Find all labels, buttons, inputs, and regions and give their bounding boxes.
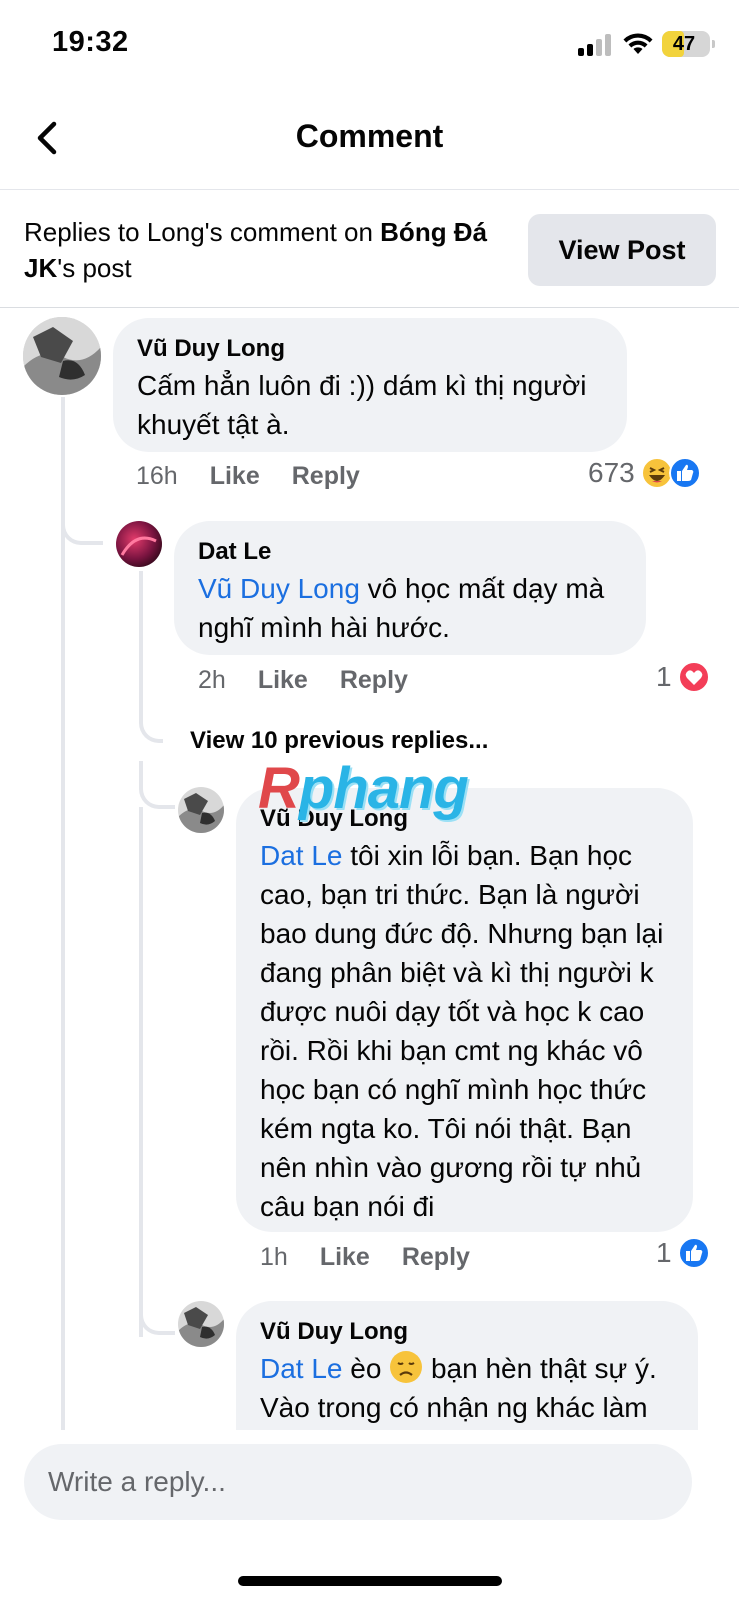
comment-author[interactable]: Vũ Duy Long xyxy=(260,1317,676,1347)
nav-header: Comment xyxy=(0,90,739,190)
mention-link[interactable]: Vũ Duy Long xyxy=(198,573,360,604)
replies-context-bar: Replies to Long's comment on Bóng Đá JK'… xyxy=(0,190,739,308)
like-button[interactable]: Like xyxy=(320,1243,370,1272)
comment-time: 2h xyxy=(198,666,226,694)
reaction-summary[interactable]: 1 xyxy=(656,661,710,693)
avatar[interactable] xyxy=(23,317,101,395)
comment-text-content: tôi xin lỗi bạn. Bạn học cao, bạn tri th… xyxy=(260,840,664,1222)
thread-connector xyxy=(139,703,163,743)
view-post-button[interactable]: View Post xyxy=(528,214,716,286)
view-previous-replies-link[interactable]: View 10 previous replies... xyxy=(190,727,488,755)
comment-text: Dat Le èo bạn hèn thật sự ý. Vào trong c… xyxy=(260,1349,676,1427)
avatar-photo xyxy=(178,787,224,833)
thread-line-reply xyxy=(139,807,143,1337)
home-indicator[interactable] xyxy=(238,1576,502,1586)
wifi-icon xyxy=(623,33,653,54)
reply-button[interactable]: Reply xyxy=(292,462,360,491)
watermark-text: phang xyxy=(298,756,469,821)
haha-icon xyxy=(640,457,673,489)
comment-bubble[interactable]: Vũ Duy Long Cấm hẳn luôn đi :)) dám kì t… xyxy=(113,318,627,452)
thread-line-main xyxy=(61,397,65,1430)
comment-thread[interactable]: Vũ Duy Long Cấm hẳn luôn đi :)) dám kì t… xyxy=(0,309,739,1430)
avatar[interactable] xyxy=(178,1301,224,1347)
comment-text: Dat Le tôi xin lỗi bạn. Bạn học cao, bạn… xyxy=(260,836,671,1226)
comment-actions: 16h Like Reply xyxy=(136,462,360,491)
comment-bubble[interactable]: Dat Le Vũ Duy Long vô học mất dạy mà ngh… xyxy=(174,521,646,655)
reaction-count: 1 xyxy=(656,1237,672,1268)
comment-actions: 1h Like Reply xyxy=(260,1243,470,1272)
battery-level: 47 xyxy=(672,33,696,55)
context-suffix: 's post xyxy=(57,253,132,283)
reaction-summary[interactable]: 673 xyxy=(588,457,701,489)
comment-bubble[interactable]: Vũ Duy Long Dat Le tôi xin lỗi bạn. Bạn … xyxy=(236,788,693,1232)
reaction-summary[interactable]: 1 xyxy=(656,1237,710,1269)
watermark-logo: Rphang xyxy=(258,755,469,822)
thread-connector xyxy=(139,761,175,809)
comment-text: Vũ Duy Long vô học mất dạy mà nghĩ mình … xyxy=(198,569,624,647)
watermark-letter: R xyxy=(258,756,300,821)
thread-connector xyxy=(61,499,103,545)
reaction-count: 1 xyxy=(656,661,672,692)
reply-button[interactable]: Reply xyxy=(340,666,408,695)
avatar-photo xyxy=(178,1301,224,1347)
thread-line-reply xyxy=(139,571,143,721)
battery-icon: 47 xyxy=(662,31,715,57)
avatar-photo xyxy=(23,317,101,395)
comment-text: Cấm hẳn luôn đi :)) dám kì thị người khu… xyxy=(137,366,605,444)
comment-text-content: Cấm hẳn luôn đi :)) dám kì thị người khu… xyxy=(137,370,587,440)
comment-text-content: èo xyxy=(342,1353,390,1384)
like-icon xyxy=(668,457,701,489)
like-button[interactable]: Like xyxy=(258,666,308,695)
status-time: 19:32 xyxy=(52,26,129,58)
reply-input[interactable] xyxy=(24,1444,692,1520)
avatar[interactable] xyxy=(116,521,162,567)
like-icon xyxy=(677,1237,710,1269)
comment-time: 16h xyxy=(136,462,178,490)
context-prefix: Replies to Long's comment on xyxy=(24,217,381,247)
comment-actions: 2h Like Reply xyxy=(198,666,408,695)
reply-button[interactable]: Reply xyxy=(402,1243,470,1272)
status-bar: 19:32 47 xyxy=(0,0,739,90)
cellular-signal-icon xyxy=(578,34,614,56)
reply-composer xyxy=(0,1430,739,1600)
comment-author[interactable]: Vũ Duy Long xyxy=(137,334,605,364)
replies-context-text: Replies to Long's comment on Bóng Đá JK'… xyxy=(24,214,504,286)
like-button[interactable]: Like xyxy=(210,462,260,491)
comment-time: 1h xyxy=(260,1243,288,1271)
love-icon xyxy=(677,661,710,693)
avatar-photo xyxy=(116,521,162,567)
avatar[interactable] xyxy=(178,787,224,833)
comment-author[interactable]: Dat Le xyxy=(198,537,624,567)
disappointed-face-icon xyxy=(390,1351,423,1383)
page-title: Comment xyxy=(295,118,444,154)
reaction-count: 673 xyxy=(588,457,635,488)
comment-bubble[interactable]: Vũ Duy Long Dat Le èo bạn hèn thật sự ý.… xyxy=(236,1301,698,1430)
mention-link[interactable]: Dat Le xyxy=(260,1353,343,1384)
thread-connector xyxy=(139,1273,175,1335)
mention-link[interactable]: Dat Le xyxy=(260,840,343,871)
